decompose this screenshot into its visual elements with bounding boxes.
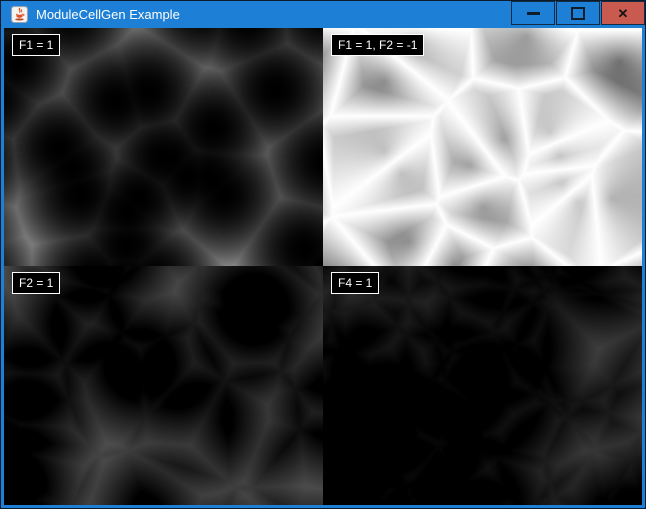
window: ModuleCellGen Example ✕ F1 = 1 F1 = 1, F… xyxy=(0,0,646,509)
noise-canvas-f1-minus-f2 xyxy=(323,28,642,266)
window-controls: ✕ xyxy=(510,1,645,25)
maximize-icon xyxy=(571,7,585,20)
noise-canvas-f2 xyxy=(4,266,323,505)
titlebar[interactable]: ModuleCellGen Example ✕ xyxy=(1,1,645,28)
panel-label-f2: F2 = 1 xyxy=(12,272,60,294)
panel-f2: F2 = 1 xyxy=(4,266,323,505)
noise-grid: F1 = 1 F1 = 1, F2 = -1 F2 = 1 F4 = 1 xyxy=(4,28,642,508)
panel-label-f1: F1 = 1 xyxy=(12,34,60,56)
window-title: ModuleCellGen Example xyxy=(36,1,180,28)
maximize-button[interactable] xyxy=(556,1,600,25)
panel-f1-minus-f2: F1 = 1, F2 = -1 xyxy=(323,28,642,266)
noise-canvas-f1 xyxy=(4,28,323,266)
panel-label-f1-minus-f2: F1 = 1, F2 = -1 xyxy=(331,34,424,56)
panel-label-f4: F4 = 1 xyxy=(331,272,379,294)
minimize-icon xyxy=(527,12,540,15)
close-icon: ✕ xyxy=(618,7,629,20)
java-coffee-cup-icon xyxy=(11,6,28,23)
panel-f1: F1 = 1 xyxy=(4,28,323,266)
noise-canvas-f4 xyxy=(323,266,642,505)
close-button[interactable]: ✕ xyxy=(601,1,645,25)
minimize-button[interactable] xyxy=(511,1,555,25)
panel-f4: F4 = 1 xyxy=(323,266,642,505)
